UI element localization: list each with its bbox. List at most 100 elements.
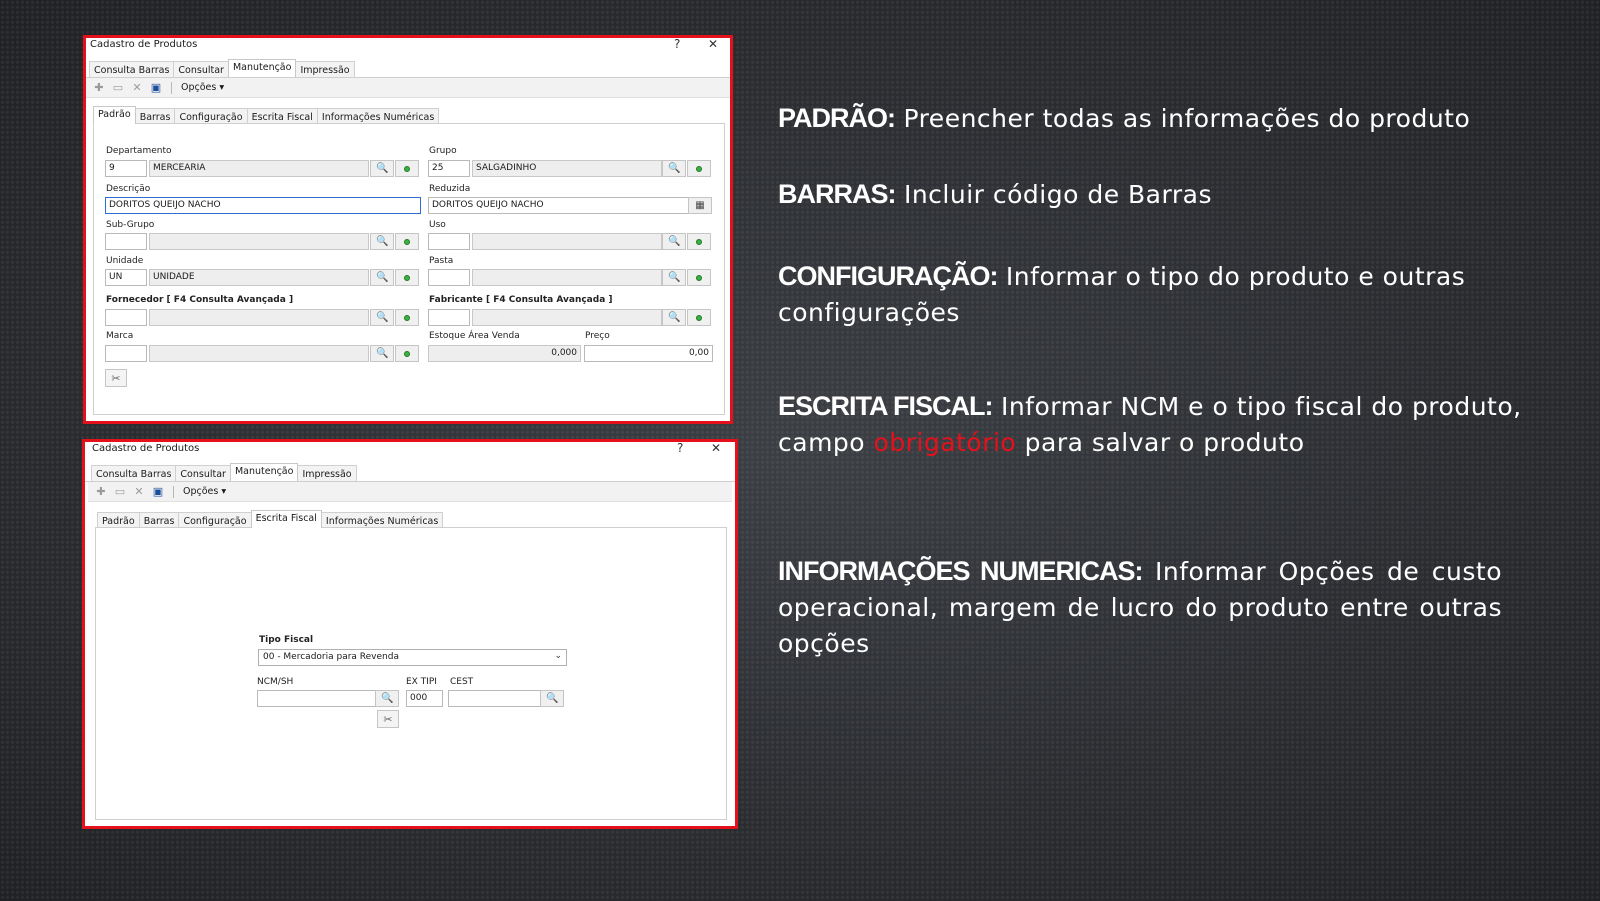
subtab-escrita-fiscal[interactable]: Escrita Fiscal: [250, 510, 322, 528]
tab-manutencao[interactable]: Manutenção: [227, 59, 297, 77]
tab-consultar[interactable]: Consultar: [173, 61, 229, 77]
binoculars-icon: 🔍: [381, 693, 393, 704]
tools-icon: ✂: [111, 371, 121, 385]
cest-label: CEST: [450, 677, 474, 687]
preco-label: Preço: [585, 331, 610, 341]
tools-button[interactable]: ✂: [377, 710, 399, 728]
window-title: Cadastro de Produtos: [92, 443, 200, 454]
edit-icon[interactable]: ▭: [113, 485, 127, 499]
departamento-code-input[interactable]: 9: [105, 160, 147, 177]
toolbar: ✚ ▭ ✕ ▣ Opções ▾: [86, 78, 730, 98]
tools-button[interactable]: ✂: [105, 369, 127, 387]
preco-input[interactable]: 0,00: [584, 345, 713, 362]
close-button[interactable]: ✕: [708, 38, 718, 51]
product-form-window-padrao: Cadastro de Produtos ? ✕ Consulta Barras…: [83, 35, 733, 424]
pasta-search-button[interactable]: 🔍: [662, 269, 686, 286]
descricao-input[interactable]: DORITOS QUEIJO NACHO: [105, 197, 421, 214]
tab-consultar[interactable]: Consultar: [175, 465, 231, 481]
subtab-configuracao[interactable]: Configuração: [174, 108, 248, 124]
tab-impressao[interactable]: Impressão: [295, 61, 355, 77]
subtab-padrao[interactable]: Padrão: [97, 512, 140, 528]
help-button[interactable]: ?: [674, 38, 680, 51]
grupo-add-button[interactable]: [687, 160, 711, 177]
fornecedor-add-button[interactable]: [395, 309, 419, 326]
marca-name-field: [149, 345, 369, 362]
delete-icon[interactable]: ✕: [132, 485, 146, 499]
subtab-barras[interactable]: Barras: [138, 512, 180, 528]
subgrupo-code-input[interactable]: [105, 233, 147, 250]
tab-manutencao[interactable]: Manutenção: [229, 463, 299, 481]
green-dot-icon: [696, 165, 702, 172]
subtab-configuracao[interactable]: Configuração: [178, 512, 252, 528]
binoculars-icon: 🔍: [376, 236, 388, 247]
tab-consulta-barras[interactable]: Consulta Barras: [91, 465, 177, 481]
uso-code-input[interactable]: [428, 233, 470, 250]
reduzida-label: Reduzida: [429, 184, 471, 194]
green-dot-icon: [696, 238, 702, 245]
subtab-barras[interactable]: Barras: [134, 108, 176, 124]
cest-search-button[interactable]: 🔍: [540, 690, 564, 707]
fabricante-search-button[interactable]: 🔍: [662, 309, 686, 326]
add-icon[interactable]: ✚: [92, 81, 106, 95]
marca-search-button[interactable]: 🔍: [370, 345, 394, 362]
fornecedor-code-input[interactable]: [105, 309, 147, 326]
opcoes-menu[interactable]: Opções ▾: [181, 82, 224, 93]
marca-add-button[interactable]: [395, 345, 419, 362]
departamento-search-button[interactable]: 🔍: [370, 160, 394, 177]
subtab-padrao[interactable]: Padrão: [93, 106, 136, 124]
ncm-input[interactable]: [257, 690, 376, 707]
save-icon[interactable]: ▣: [149, 81, 163, 95]
save-icon[interactable]: ▣: [151, 485, 165, 499]
cest-input[interactable]: [448, 690, 541, 707]
subtab-escrita-fiscal[interactable]: Escrita Fiscal: [246, 108, 318, 124]
unidade-search-button[interactable]: 🔍: [370, 269, 394, 286]
fiscal-text2a: campo: [778, 428, 874, 457]
tipo-fiscal-select[interactable]: 00 - Mercadoria para Revenda ⌄: [258, 649, 567, 666]
grupo-label: Grupo: [429, 146, 457, 156]
tab-impressao[interactable]: Impressão: [297, 465, 357, 481]
grupo-search-button[interactable]: 🔍: [662, 160, 686, 177]
padrao-key: PADRÃO:: [778, 103, 896, 133]
pasta-code-input[interactable]: [428, 269, 470, 286]
grupo-code-input[interactable]: 25: [428, 160, 470, 177]
config-key: CONFIGURAÇÃO:: [778, 261, 998, 291]
uso-search-button[interactable]: 🔍: [662, 233, 686, 250]
unidade-name-field: UNIDADE: [149, 269, 369, 286]
pasta-add-button[interactable]: [687, 269, 711, 286]
fiscal-line-2: campo obrigatório para salvar o produto: [778, 425, 1538, 461]
subgrupo-search-button[interactable]: 🔍: [370, 233, 394, 250]
unidade-add-button[interactable]: [395, 269, 419, 286]
desc-informacoes-numericas: INFORMAÇÕES NUMERICAS: Informar Opções d…: [778, 553, 1502, 662]
green-dot-icon: [404, 350, 410, 357]
delete-icon[interactable]: ✕: [130, 81, 144, 95]
marca-label: Marca: [106, 331, 134, 341]
unidade-code-input[interactable]: UN: [105, 269, 147, 286]
estoque-label: Estoque Área Venda: [429, 331, 520, 341]
tab-consulta-barras[interactable]: Consulta Barras: [89, 61, 175, 77]
marca-code-input[interactable]: [105, 345, 147, 362]
edit-icon[interactable]: ▭: [111, 81, 125, 95]
fornecedor-search-button[interactable]: 🔍: [370, 309, 394, 326]
pasta-label: Pasta: [429, 256, 454, 266]
ncm-label: NCM/SH: [257, 677, 294, 687]
reduzida-input[interactable]: DORITOS QUEIJO NACHO: [428, 197, 690, 214]
fabricante-add-button[interactable]: [687, 309, 711, 326]
help-button[interactable]: ?: [677, 442, 683, 455]
fabricante-code-input[interactable]: [428, 309, 470, 326]
close-button[interactable]: ✕: [711, 442, 721, 455]
uso-add-button[interactable]: [687, 233, 711, 250]
subtab-informacoes-numericas[interactable]: Informações Numéricas: [316, 108, 440, 124]
departamento-add-button[interactable]: [395, 160, 419, 177]
tipo-fiscal-value: 00 - Mercadoria para Revenda: [263, 652, 399, 662]
keyboard-icon: ▦: [695, 200, 705, 211]
subgrupo-label: Sub-Grupo: [106, 220, 155, 230]
reduzida-keyboard-button[interactable]: ▦: [688, 197, 712, 214]
padrao-text: Preencher todas as informações do produt…: [895, 104, 1471, 133]
opcoes-menu[interactable]: Opções ▾: [183, 486, 226, 497]
subtab-informacoes-numericas[interactable]: Informações Numéricas: [320, 512, 444, 528]
subgrupo-add-button[interactable]: [395, 233, 419, 250]
ncm-search-button[interactable]: 🔍: [375, 690, 399, 707]
add-icon[interactable]: ✚: [94, 485, 108, 499]
extipi-input[interactable]: 000: [406, 690, 443, 707]
product-form-window-escrita-fiscal: Cadastro de Produtos ? ✕ Consulta Barras…: [82, 439, 738, 829]
